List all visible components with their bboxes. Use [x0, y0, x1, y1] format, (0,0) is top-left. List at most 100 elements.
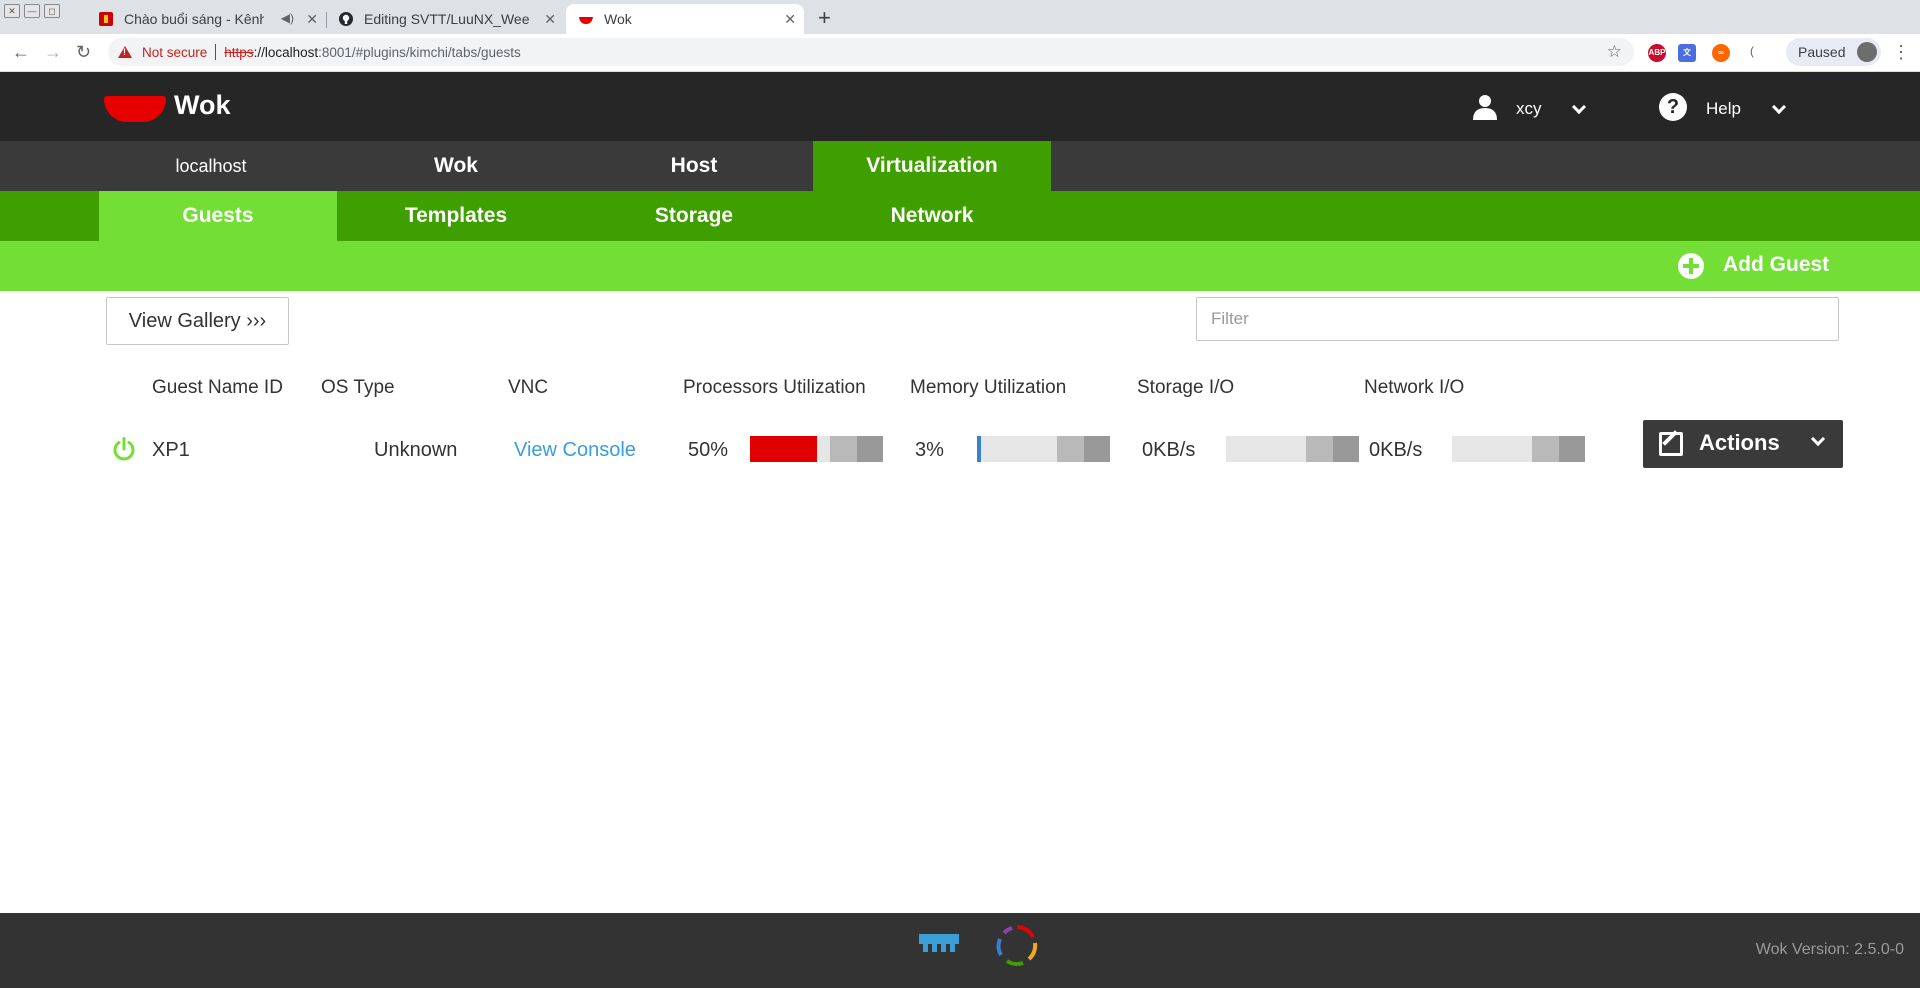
column-header-guest-name: Guest Name ID — [152, 377, 283, 398]
column-header-os-type: OS Type — [321, 377, 395, 398]
column-header-network-io: Network I/O — [1364, 377, 1465, 398]
help-link[interactable]: Help — [1706, 99, 1741, 119]
bar-segment — [857, 436, 883, 462]
warning-icon — [118, 46, 132, 58]
actions-button[interactable]: Actions — [1643, 420, 1843, 468]
extension-partial-icon[interactable]: ( — [1750, 44, 1754, 58]
column-header-processors: Processors Utilization — [683, 377, 866, 398]
tab-close-icon[interactable]: ✕ — [306, 11, 318, 28]
network-io-bar — [1452, 436, 1585, 462]
url-scheme: https — [224, 44, 254, 60]
help-menu-chevron-icon[interactable] — [1771, 99, 1787, 115]
guest-os-type: Unknown — [374, 439, 458, 461]
view-gallery-button[interactable]: View Gallery ››› — [106, 297, 289, 345]
cpu-utilization-value: 50% — [688, 439, 729, 461]
memory-utilization-bar — [977, 436, 1110, 462]
youtube-favicon-icon — [99, 12, 113, 26]
bar-segment — [830, 436, 857, 462]
infinity-extension-icon[interactable]: ∞ — [1712, 44, 1730, 62]
storage-io-bar — [1226, 436, 1359, 462]
reload-button[interactable]: ↻ — [76, 42, 91, 63]
add-guest-button[interactable]: Add Guest — [1723, 253, 1829, 277]
adblock-extension-icon[interactable]: ABP — [1648, 44, 1666, 62]
url-path: :8001/#plugins/kimchi/tabs/guests — [318, 44, 521, 60]
bar-segment — [1333, 436, 1359, 462]
action-bar: Add Guest — [0, 241, 1920, 291]
address-bar[interactable]: Not secure https://localhost:8001/#plugi… — [108, 38, 1634, 66]
app-header: Wok xcy ? Help — [0, 72, 1920, 141]
tab-network[interactable]: Network — [813, 191, 1051, 241]
forward-button[interactable]: → — [44, 42, 62, 63]
network-card-logo-icon — [919, 934, 959, 952]
tab-templates[interactable]: Templates — [337, 191, 575, 241]
browser-tabstrip: ✕ — ◻ Chào buổi sáng - Kênh ◀) ✕ Editing… — [0, 0, 1920, 34]
help-icon[interactable]: ? — [1659, 93, 1687, 121]
browser-tab-1[interactable]: Chào buổi sáng - Kênh ◀) ✕ — [86, 4, 326, 34]
wok-favicon-icon — [579, 17, 593, 24]
top-navigation: localhost Wok Host Virtualization — [0, 141, 1920, 191]
chevron-down-icon — [1810, 431, 1826, 447]
tab-close-icon[interactable]: ✕ — [544, 11, 556, 28]
window-minimize-button[interactable]: — — [24, 4, 40, 18]
window-controls: ✕ — ◻ — [4, 4, 60, 18]
topnav-host-name[interactable]: localhost — [92, 141, 330, 191]
column-header-storage-io: Storage I/O — [1137, 377, 1235, 398]
bar-segment — [1559, 436, 1585, 462]
profile-button[interactable]: Paused — [1786, 38, 1882, 66]
omnibox-separator — [215, 44, 217, 60]
security-label[interactable]: Not secure — [142, 45, 207, 60]
profile-avatar — [1857, 42, 1878, 62]
add-circle-icon[interactable] — [1678, 253, 1704, 279]
app-title: Wok — [174, 90, 231, 120]
back-button[interactable]: ← — [12, 42, 30, 63]
user-name[interactable]: xcy — [1516, 99, 1542, 119]
url-host: ://localhost — [253, 44, 319, 60]
browser-tab-2[interactable]: Editing SVTT/LuuNX_Wee ✕ — [326, 4, 564, 34]
filter-input[interactable] — [1196, 297, 1839, 341]
bookmark-star-icon[interactable]: ☆ — [1607, 42, 1622, 62]
wok-logo-icon — [104, 96, 166, 122]
tab-title: Editing SVTT/LuuNX_Wee — [364, 11, 530, 27]
browser-menu-icon[interactable]: ⋮ — [1892, 42, 1910, 63]
network-io-value: 0KB/s — [1369, 439, 1423, 461]
topnav-virtualization[interactable]: Virtualization — [813, 141, 1051, 191]
translate-extension-icon[interactable]: 文 — [1678, 44, 1696, 62]
column-header-vnc: VNC — [508, 377, 549, 398]
speaker-icon[interactable]: ◀) — [281, 11, 294, 25]
edit-icon — [1659, 432, 1683, 456]
tab-close-icon[interactable]: ✕ — [784, 11, 796, 28]
topnav-host[interactable]: Host — [575, 141, 813, 191]
memory-utilization-value: 3% — [915, 439, 944, 461]
memory-utilization-fill — [977, 436, 981, 462]
browser-tab-3-active[interactable]: Wok ✕ — [566, 4, 804, 34]
topnav-wok[interactable]: Wok — [337, 141, 575, 191]
sub-navigation: Guests Templates Storage Network — [0, 191, 1920, 241]
bar-segment — [1532, 436, 1559, 462]
bar-segment — [1084, 436, 1110, 462]
tab-guests[interactable]: Guests — [99, 191, 337, 241]
tab-storage[interactable]: Storage — [575, 191, 813, 241]
cpu-utilization-fill — [750, 436, 817, 462]
new-tab-button[interactable]: + — [818, 5, 831, 31]
power-status-icon[interactable] — [112, 437, 136, 461]
github-favicon-icon — [339, 12, 353, 26]
cpu-utilization-bar — [750, 436, 883, 462]
storage-io-value: 0KB/s — [1142, 439, 1196, 461]
actions-label: Actions — [1699, 430, 1780, 455]
version-label: Wok Version: 2.5.0-0 — [1755, 941, 1904, 958]
kimchi-logo-icon — [996, 925, 1038, 967]
browser-toolbar: ← → ↻ Not secure https://localhost:8001/… — [0, 34, 1920, 72]
tab-title: Wok — [604, 11, 632, 27]
tab-title: Chào buổi sáng - Kênh — [124, 11, 264, 27]
column-header-memory: Memory Utilization — [910, 377, 1067, 398]
profile-status-label: Paused — [1798, 44, 1846, 60]
bar-segment — [1306, 436, 1333, 462]
user-icon[interactable] — [1472, 94, 1498, 120]
window-close-button[interactable]: ✕ — [4, 4, 20, 18]
view-console-link[interactable]: View Console — [514, 439, 636, 462]
footer: Wok Version: 2.5.0-0 — [0, 913, 1920, 988]
window-maximize-button[interactable]: ◻ — [44, 4, 60, 18]
bar-segment — [1057, 436, 1084, 462]
user-menu-chevron-icon[interactable] — [1571, 99, 1587, 115]
guest-name: XP1 — [152, 439, 190, 461]
